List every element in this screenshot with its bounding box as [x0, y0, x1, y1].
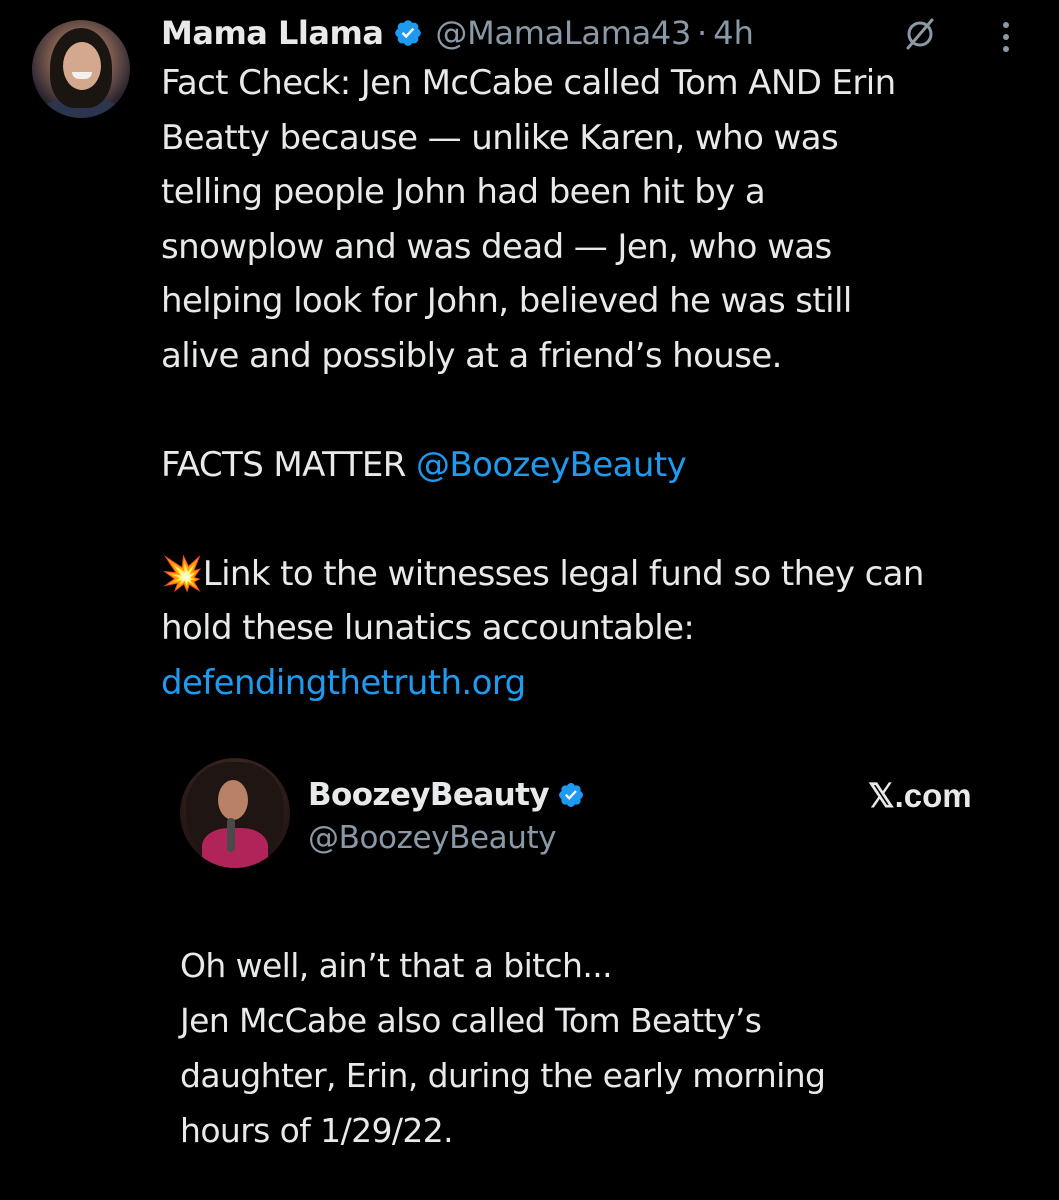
separator-dot: ·: [697, 14, 708, 52]
author-display-name[interactable]: Mama Llama: [161, 14, 384, 52]
post-paragraph-text: Link to the witnesses legal fund so they…: [161, 553, 924, 649]
author-handle[interactable]: @MamaLama43: [435, 14, 691, 52]
post-body: Fact Check: Jen McCabe called Tom AND Er…: [161, 56, 1041, 710]
post: Mama Llama @MamaLama43 · 4h Fact Check: …: [0, 0, 1059, 1200]
post-header: Mama Llama @MamaLama43 · 4h: [161, 10, 754, 56]
author-avatar[interactable]: [32, 20, 130, 118]
quoted-post-text: Oh well, ain’t that a bitch... Jen McCab…: [180, 946, 826, 1150]
mention-link[interactable]: @BoozeyBeauty: [416, 445, 687, 485]
verified-badge-icon: [559, 783, 583, 807]
quoted-author-avatar[interactable]: [180, 758, 290, 868]
collision-emoji: 💥: [161, 553, 203, 594]
quoted-author-row: BoozeyBeauty: [308, 772, 585, 818]
post-paragraph: 💥Link to the witnesses legal fund so the…: [161, 547, 1041, 711]
post-timestamp[interactable]: 4h: [713, 14, 754, 52]
external-link[interactable]: defendingthetruth.org: [161, 663, 526, 703]
verified-badge-icon: [395, 20, 422, 46]
quoted-author-display-name[interactable]: BoozeyBeauty: [308, 777, 550, 813]
post-paragraph: FACTS MATTER @BoozeyBeauty: [161, 438, 1041, 493]
post-paragraph-text: FACTS MATTER: [161, 444, 417, 485]
more-options-icon[interactable]: [996, 20, 1016, 54]
quoted-author-handle[interactable]: @BoozeyBeauty: [308, 820, 557, 856]
post-paragraph: Fact Check: Jen McCabe called Tom AND Er…: [161, 63, 896, 376]
grok-icon[interactable]: [902, 16, 938, 52]
x-brand-label: 𝕏.com: [868, 777, 972, 814]
